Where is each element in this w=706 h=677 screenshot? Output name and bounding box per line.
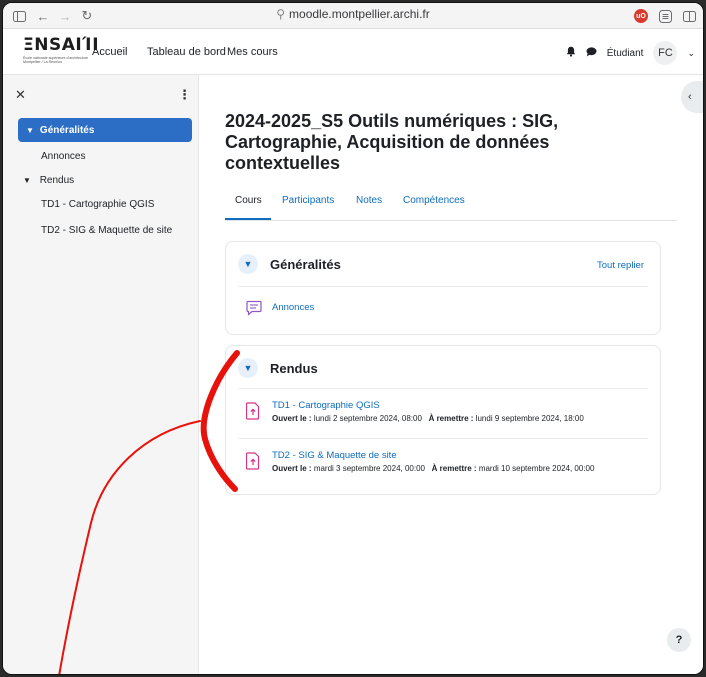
page-title: 2024-2025_S5 Outils numériques : SIG, Ca… xyxy=(225,111,559,173)
collapse-all-link[interactable]: Tout replier xyxy=(597,260,644,271)
section-rendus: ▼ Rendus TD1 - Cartographie QGIS Ouvert … xyxy=(225,345,661,495)
chevron-down-icon[interactable]: ▼ xyxy=(238,358,258,378)
drawer-item-generalites[interactable]: ▼ Généralités xyxy=(18,118,192,142)
due-label: À remettre : xyxy=(431,464,477,473)
url-text: moodle.montpellier.archi.fr xyxy=(289,7,430,21)
tabs-overview-icon[interactable] xyxy=(681,7,697,25)
chevron-down-icon: ▼ xyxy=(26,125,34,135)
activity-td1[interactable]: TD1 - Cartographie QGIS Ouvert le : lund… xyxy=(245,400,584,423)
assignment-upload-icon xyxy=(245,452,264,472)
nav-mes-cours[interactable]: Mes cours xyxy=(227,46,278,58)
activity-td2[interactable]: TD2 - SIG & Maquette de site Ouvert le :… xyxy=(245,450,594,473)
tab-competences[interactable]: Compétences xyxy=(403,195,465,206)
drawer-item-label: Généralités xyxy=(39,124,95,136)
divider xyxy=(238,388,648,389)
course-content: ‹ 2024-2025_S5 Outils numériques : SIG, … xyxy=(199,75,703,674)
course-index-drawer: ✕ ⋮ ▼ Généralités Annonces ▼ Rendus TD1 … xyxy=(3,75,199,674)
divider xyxy=(238,286,648,287)
section-generalites: ▼ Généralités Tout replier Annonces xyxy=(225,241,661,335)
close-drawer-icon[interactable]: ✕ xyxy=(15,87,26,103)
user-menu-area: Étudiant FC ⌄ xyxy=(566,41,695,65)
activity-name[interactable]: Annonces xyxy=(272,302,314,320)
opened-date: mardi 3 septembre 2024, 00:00 xyxy=(313,464,425,473)
active-tab-indicator xyxy=(225,218,271,220)
messages-icon[interactable] xyxy=(586,46,597,60)
nav-accueil[interactable]: Accueil xyxy=(92,46,127,58)
reader-icon[interactable] xyxy=(657,7,673,25)
avatar[interactable]: FC xyxy=(653,41,678,65)
section-header: ▼ Généralités xyxy=(238,254,341,274)
drawer-options-icon[interactable]: ⋮ xyxy=(178,87,191,103)
activity-annonces[interactable]: Annonces xyxy=(246,298,314,320)
activity-name[interactable]: TD2 - SIG & Maquette de site xyxy=(272,450,594,461)
assignment-upload-icon xyxy=(245,402,264,422)
opened-label: Ouvert le : xyxy=(272,414,312,423)
logo-subtitle: École nationale supérieure d'architectur… xyxy=(23,56,89,64)
logo-wordmark: ΞNSAΙΊΙ xyxy=(23,35,100,55)
due-label: À remettre : xyxy=(428,414,474,423)
browser-window: ← → ↻ ⚲ moodle.montpellier.archi.fr uO ΞN… xyxy=(2,2,704,675)
section-header: ▼ Rendus xyxy=(238,358,318,378)
activity-dates: Ouvert le : mardi 3 septembre 2024, 00:0… xyxy=(272,464,594,473)
drawer-item-label: Rendus xyxy=(39,175,75,186)
course-tabs: Cours Participants Notes Compétences xyxy=(225,193,677,221)
due-date: lundi 9 septembre 2024, 18:00 xyxy=(475,414,584,423)
due-date: mardi 10 septembre 2024, 00:00 xyxy=(478,464,595,473)
help-button[interactable]: ? xyxy=(667,628,691,652)
drawer-item-td1[interactable]: TD1 - Cartographie QGIS xyxy=(41,199,154,210)
ublock-label: uO xyxy=(634,9,648,23)
chevron-left-icon: ‹ xyxy=(688,91,692,103)
user-role: Étudiant xyxy=(606,47,644,59)
site-navbar: ΞNSAΙΊΙ École nationale supérieure d'arc… xyxy=(3,29,703,75)
address-bar[interactable]: ⚲ moodle.montpellier.archi.fr xyxy=(3,7,703,21)
activity-dates: Ouvert le : lundi 2 septembre 2024, 08:0… xyxy=(272,414,584,423)
ensam-logo[interactable]: ΞNSAΙΊΙ École nationale supérieure d'arc… xyxy=(23,35,100,65)
nav-tableau-de-bord[interactable]: Tableau de bord xyxy=(147,46,226,58)
drawer-item-td2[interactable]: TD2 - SIG & Maquette de site xyxy=(41,225,172,236)
chevron-down-icon: ▼ xyxy=(23,176,31,185)
divider xyxy=(238,438,648,439)
open-block-drawer-button[interactable]: ‹ xyxy=(681,81,703,113)
tab-notes[interactable]: Notes xyxy=(356,195,382,206)
notification-bell-icon[interactable] xyxy=(566,46,576,60)
section-title[interactable]: Généralités xyxy=(270,257,341,272)
section-title[interactable]: Rendus xyxy=(270,361,318,376)
opened-date: lundi 2 septembre 2024, 08:00 xyxy=(313,414,422,423)
tab-cours[interactable]: Cours xyxy=(235,195,262,206)
link-icon: ⚲ xyxy=(276,7,286,21)
activity-name[interactable]: TD1 - Cartographie QGIS xyxy=(272,400,584,411)
opened-label: Ouvert le : xyxy=(272,464,312,473)
drawer-item-rendus[interactable]: ▼ Rendus xyxy=(23,175,74,186)
drawer-item-annonces[interactable]: Annonces xyxy=(41,151,85,162)
ublock-extension-icon[interactable]: uO xyxy=(633,7,649,25)
tab-participants[interactable]: Participants xyxy=(282,195,334,206)
browser-toolbar: ← → ↻ ⚲ moodle.montpellier.archi.fr uO xyxy=(3,3,703,29)
forum-icon xyxy=(246,300,264,320)
chevron-down-icon[interactable]: ▼ xyxy=(238,254,258,274)
user-menu-chevron-icon[interactable]: ⌄ xyxy=(687,48,695,59)
